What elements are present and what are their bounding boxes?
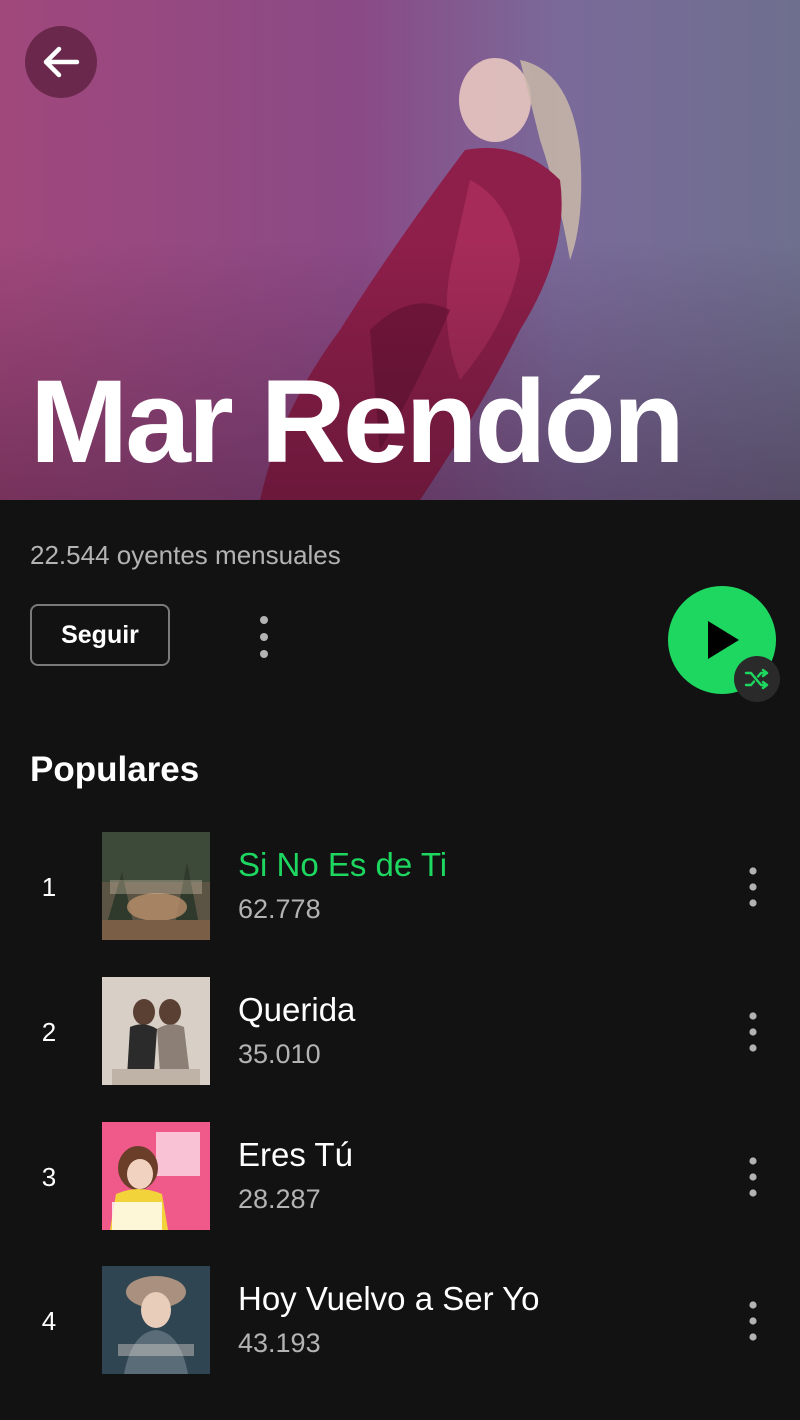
track-row[interactable]: 2 Querida 35.010 [0,977,800,1089]
more-options-button[interactable] [246,612,282,662]
track-title: Hoy Vuelvo a Ser Yo [238,1280,540,1317]
track-title: Si No Es de Ti [238,846,448,883]
shuffle-icon [744,668,769,690]
track-options-button[interactable] [736,1154,770,1200]
track-cover-art [102,1122,210,1230]
track-play-count: 35.010 [238,1039,321,1069]
shuffle-button[interactable] [734,656,780,702]
vertical-dots-icon [749,1301,757,1341]
track-rank: 3 [41,1162,57,1192]
track-row[interactable]: 3 Eres Tú 28.287 [0,1122,800,1234]
track-rank: 2 [41,1017,57,1047]
track-play-count: 43.193 [238,1328,321,1358]
track-cover-art [102,977,210,1085]
track-options-button[interactable] [736,1298,770,1344]
vertical-dots-icon [749,1157,757,1197]
play-icon [708,621,739,659]
follow-button[interactable]: Seguir [30,604,170,666]
track-rank: 4 [41,1306,57,1336]
vertical-dots-icon [749,867,757,907]
track-cover-art [102,832,210,940]
track-cover-art [102,1266,210,1374]
track-title: Querida [238,991,356,1028]
vertical-dots-icon [749,1012,757,1052]
track-row[interactable]: 1 Si No Es de Ti 62.778 [0,832,800,944]
back-button[interactable] [25,26,97,98]
arrow-left-icon [43,46,80,78]
monthly-listeners: 22.544 oyentes mensuales [30,540,341,570]
track-row[interactable]: 4 Hoy Vuelvo a Ser Yo 43.193 [0,1266,800,1378]
track-options-button[interactable] [736,864,770,910]
track-options-button[interactable] [736,1009,770,1055]
track-play-count: 62.778 [238,894,321,924]
popular-section-title: Populares [30,750,200,789]
vertical-dots-icon [260,616,268,658]
track-title: Eres Tú [238,1136,353,1173]
track-rank: 1 [41,872,57,902]
artist-name: Mar Rendón [30,356,685,488]
track-play-count: 28.287 [238,1184,321,1214]
